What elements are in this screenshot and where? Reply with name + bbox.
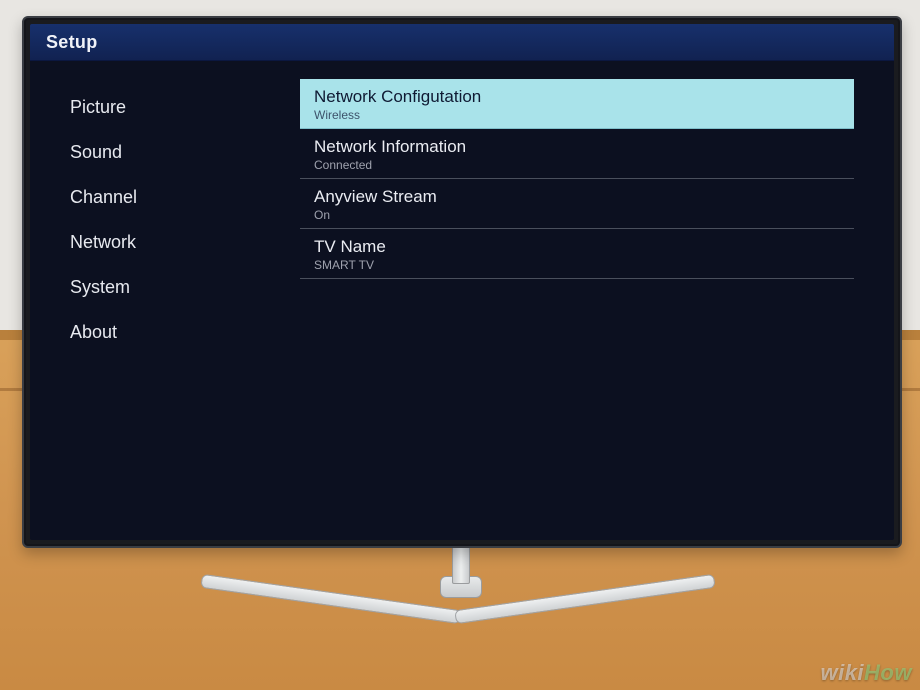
sidebar-item-channel[interactable]: Channel [70, 175, 300, 220]
sidebar-item-network[interactable]: Network [70, 220, 300, 265]
scene: Setup Picture Sound Channel Network Syst… [0, 0, 920, 690]
row-anyview-stream[interactable]: Anyview Stream On [300, 179, 854, 229]
row-value: Wireless [314, 108, 840, 122]
row-label: Network Information [314, 137, 840, 157]
tv-frame: Setup Picture Sound Channel Network Syst… [22, 16, 902, 548]
sidebar-item-picture[interactable]: Picture [70, 85, 300, 130]
row-network-information[interactable]: Network Information Connected [300, 129, 854, 179]
row-value: SMART TV [314, 258, 840, 272]
row-value: On [314, 208, 840, 222]
setup-title-bar: Setup [30, 24, 894, 61]
setup-content: Picture Sound Channel Network System Abo… [30, 61, 894, 540]
tv-stand-pole [452, 542, 470, 584]
row-label: Anyview Stream [314, 187, 840, 207]
setup-panel: Network Configutation Wireless Network I… [300, 61, 894, 540]
sidebar-item-about[interactable]: About [70, 310, 300, 355]
row-value: Connected [314, 158, 840, 172]
sidebar-item-system[interactable]: System [70, 265, 300, 310]
sidebar-item-sound[interactable]: Sound [70, 130, 300, 175]
row-tv-name[interactable]: TV Name SMART TV [300, 229, 854, 279]
row-network-configuration[interactable]: Network Configutation Wireless [300, 79, 854, 129]
row-label: Network Configutation [314, 87, 840, 107]
row-label: TV Name [314, 237, 840, 257]
setup-sidebar: Picture Sound Channel Network System Abo… [30, 61, 300, 540]
setup-title: Setup [46, 32, 98, 53]
tv-screen: Setup Picture Sound Channel Network Syst… [30, 24, 894, 540]
